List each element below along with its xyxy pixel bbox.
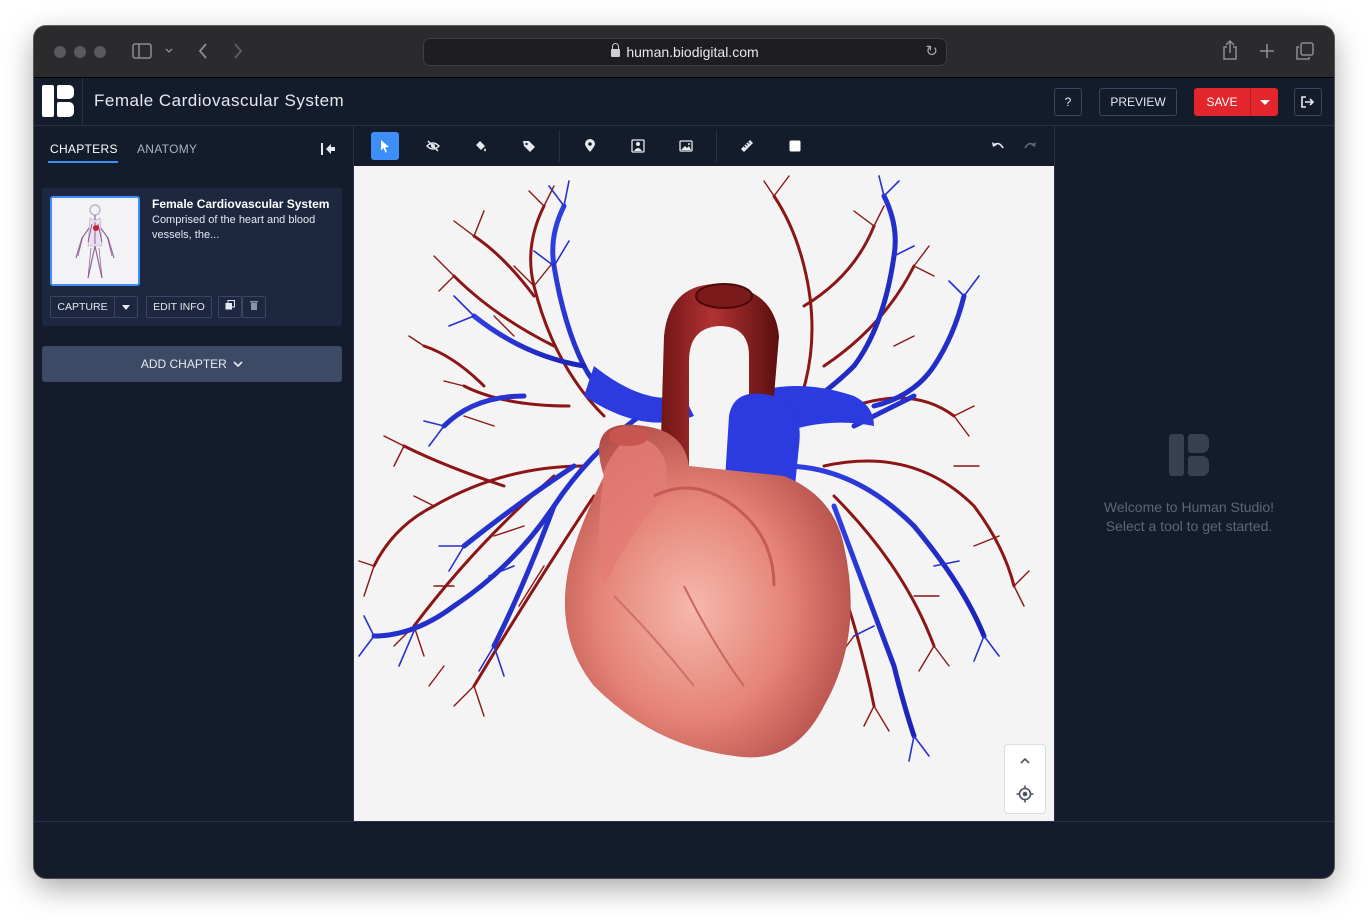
duplicate-chapter-button[interactable]: [218, 296, 242, 318]
box-tool-button[interactable]: [781, 132, 809, 160]
header-divider: [82, 78, 83, 126]
select-icon: [381, 140, 389, 153]
chapter-description: Comprised of the heart and blood vessels…: [152, 214, 316, 241]
image-tool-button[interactable]: [672, 132, 700, 160]
chapter-thumbnail[interactable]: [50, 196, 140, 286]
tab-chapters[interactable]: CHAPTERS: [50, 142, 118, 156]
undo-icon: [992, 142, 1004, 149]
page-title: Female Cardiovascular System: [94, 91, 345, 110]
chapters-sidebar: CHAPTERS ANATOMY Female Cardiovascular S…: [34, 126, 354, 821]
edit-info-button[interactable]: EDIT INFO: [146, 296, 212, 318]
help-button[interactable]: ?: [1054, 88, 1082, 116]
human-studio-logo: [1169, 434, 1209, 476]
caret-down-icon: [122, 305, 130, 310]
box-icon: [789, 140, 801, 152]
chevron-up-icon[interactable]: [1019, 757, 1031, 765]
ruler-icon: [741, 140, 753, 152]
exit-button[interactable]: [1294, 88, 1322, 116]
tab-overview-icon[interactable]: [1296, 42, 1314, 60]
3d-viewer[interactable]: [354, 166, 1054, 822]
image-icon: [679, 140, 693, 152]
redo-button[interactable]: [1016, 132, 1044, 160]
lock-icon: [611, 43, 621, 57]
save-button[interactable]: SAVE: [1194, 88, 1250, 116]
footer-bar: [34, 821, 1334, 878]
url-text: human.biodigital.com: [626, 44, 759, 60]
pin-tool-button[interactable]: [576, 132, 604, 160]
body-thumbnail-image: [52, 198, 138, 284]
pin-icon: [585, 139, 595, 152]
tab-anatomy[interactable]: ANATOMY: [137, 142, 197, 156]
active-tab-indicator: [48, 161, 118, 163]
hide-icon: [426, 140, 440, 152]
capture-button[interactable]: CAPTURE: [50, 296, 115, 318]
chapter-title: Female Cardiovascular System: [152, 197, 330, 211]
capture-options-button[interactable]: [114, 296, 138, 318]
welcome-line-2: Select a tool to get started.: [1105, 518, 1273, 534]
recenter-icon[interactable]: [1016, 785, 1034, 803]
add-chapter-label: ADD CHAPTER: [140, 357, 227, 371]
minimize-window-button[interactable]: [74, 46, 86, 58]
reload-icon[interactable]: ↻: [925, 39, 938, 65]
properties-panel: Welcome to Human Studio! Select a tool t…: [1054, 126, 1334, 821]
editor-toolbar: [354, 126, 1054, 166]
heart-model-image[interactable]: [354, 166, 1054, 822]
app-header: Female Cardiovascular System ? PREVIEW S…: [34, 78, 1334, 126]
collapse-sidebar-icon[interactable]: [320, 142, 336, 156]
close-window-button[interactable]: [54, 46, 66, 58]
welcome-message: Welcome to Human Studio! Select a tool t…: [1055, 498, 1323, 536]
duplicate-icon: [225, 300, 235, 310]
share-icon[interactable]: [1222, 40, 1238, 60]
browser-window: human.biodigital.com ↻ Female Cardiovasc…: [34, 26, 1334, 878]
add-chapter-button[interactable]: ADD CHAPTER: [42, 346, 342, 382]
paint-tool-button[interactable]: [467, 132, 495, 160]
address-bar[interactable]: human.biodigital.com ↻: [423, 38, 947, 66]
save-options-button[interactable]: [1250, 88, 1278, 116]
sidebar-toggle-icon[interactable]: [132, 43, 152, 59]
chapter-card[interactable]: Female Cardiovascular System Comprised o…: [42, 188, 342, 326]
chevron-down-icon: [233, 361, 243, 368]
label-tool-button[interactable]: [515, 132, 543, 160]
ruler-tool-button[interactable]: [733, 132, 761, 160]
chevron-down-icon[interactable]: [165, 48, 173, 54]
new-tab-icon[interactable]: [1259, 43, 1275, 59]
browser-toolbar: human.biodigital.com ↻: [34, 26, 1334, 78]
xray-tool-button[interactable]: [624, 132, 652, 160]
toolbar-divider: [559, 130, 560, 162]
forward-icon[interactable]: [233, 43, 243, 59]
zoom-window-button[interactable]: [94, 46, 106, 58]
preview-button[interactable]: PREVIEW: [1099, 88, 1177, 116]
undo-button[interactable]: [984, 132, 1012, 160]
back-icon[interactable]: [198, 43, 208, 59]
delete-chapter-button[interactable]: [242, 296, 266, 318]
redo-icon: [1024, 142, 1036, 149]
label-icon: [523, 141, 535, 152]
hide-tool-button[interactable]: [419, 132, 447, 160]
exit-icon: [1301, 96, 1315, 108]
toolbar-divider: [716, 130, 717, 162]
biodigital-logo[interactable]: [42, 85, 74, 117]
xray-icon: [631, 139, 645, 153]
trash-icon: [250, 301, 258, 310]
select-tool-button[interactable]: [371, 132, 399, 160]
camera-controls: [1004, 744, 1046, 814]
paint-icon: [476, 141, 486, 152]
welcome-line-1: Welcome to Human Studio!: [1103, 499, 1275, 515]
